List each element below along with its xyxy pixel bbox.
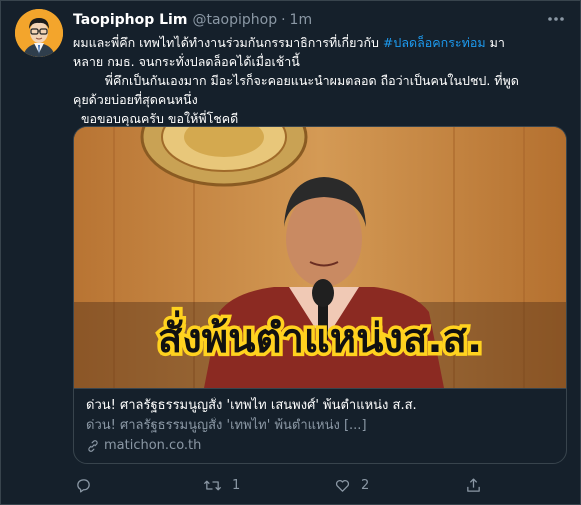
avatar-image <box>15 9 63 57</box>
tweet-actions: 1 2 <box>73 477 493 497</box>
card-meta[interactable]: ด่วน! ศาลรัฐธรรมนูญสั่ง 'เทพไท เสนพงศ์' … <box>74 388 566 463</box>
card-image[interactable]: สั่งพ้นตำแหน่งส.ส. <box>74 127 566 388</box>
share-button[interactable] <box>465 477 492 494</box>
card-domain: matichon.co.th <box>86 437 554 455</box>
tweet-text-line: คุยด้วยบ่อยที่สุดคนหนึ่ง <box>73 92 198 107</box>
tweet[interactable]: Taopiphop Lim @taopiphop · 1m ผมและพี่คึ… <box>0 0 581 505</box>
user-handle[interactable]: @taopiphop <box>192 12 277 28</box>
retweet-icon <box>203 480 222 491</box>
display-name[interactable]: Taopiphop Lim <box>73 12 187 28</box>
like-count: 2 <box>361 478 370 493</box>
tweet-text-line: พี่คึกเป็นกันเองมาก มีอะไรก็จะคอยแนะนำผม… <box>73 73 519 88</box>
avatar[interactable] <box>15 9 63 57</box>
retweet-count: 1 <box>232 478 241 493</box>
card-overlay-text: สั่งพ้นตำแหน่งส.ส. <box>158 310 482 362</box>
like-icon <box>335 479 350 492</box>
more-icon <box>548 17 564 21</box>
link-icon <box>88 440 98 452</box>
tweet-text-line: ผมและพี่คึก เทพไทได้ทำงานร่วมกันกรรมาธิก… <box>73 33 563 52</box>
tweet-text-line: หลาย กมธ. จนกระทั่งปลดล็อคได้เมื่อเช้านี… <box>73 54 300 69</box>
timestamp[interactable]: 1m <box>290 12 313 28</box>
reply-button[interactable] <box>75 477 102 494</box>
card-description: ด่วน! ศาลรัฐธรรมนูญสั่ง 'เทพไท' พ้นตำแหน… <box>86 418 367 433</box>
text-segment: มา <box>485 35 505 50</box>
reply-icon <box>77 479 90 493</box>
share-icon <box>467 478 480 492</box>
news-photo: สั่งพ้นตำแหน่งส.ส. <box>74 127 566 388</box>
like-button[interactable]: 2 <box>334 477 369 494</box>
card-domain-text: matichon.co.th <box>104 438 202 453</box>
more-button[interactable] <box>546 11 566 27</box>
hashtag-link[interactable]: #ปลดล็อคกระท่อม <box>383 35 486 50</box>
text-segment: ผมและพี่คึก เทพไทได้ทำงานร่วมกันกรรมาธิก… <box>73 35 383 50</box>
card-title: ด่วน! ศาลรัฐธรรมนูญสั่ง 'เทพไท เสนพงศ์' … <box>86 398 417 413</box>
tweet-header: Taopiphop Lim @taopiphop · 1m <box>73 11 312 29</box>
tweet-text: ผมและพี่คึก เทพไทได้ทำงานร่วมกันกรรมาธิก… <box>73 33 563 128</box>
link-card[interactable]: สั่งพ้นตำแหน่งส.ส. ด่วน! ศาลรัฐธรรมนูญสั… <box>73 126 567 464</box>
separator-dot: · <box>281 12 286 28</box>
retweet-button[interactable]: 1 <box>203 477 240 494</box>
